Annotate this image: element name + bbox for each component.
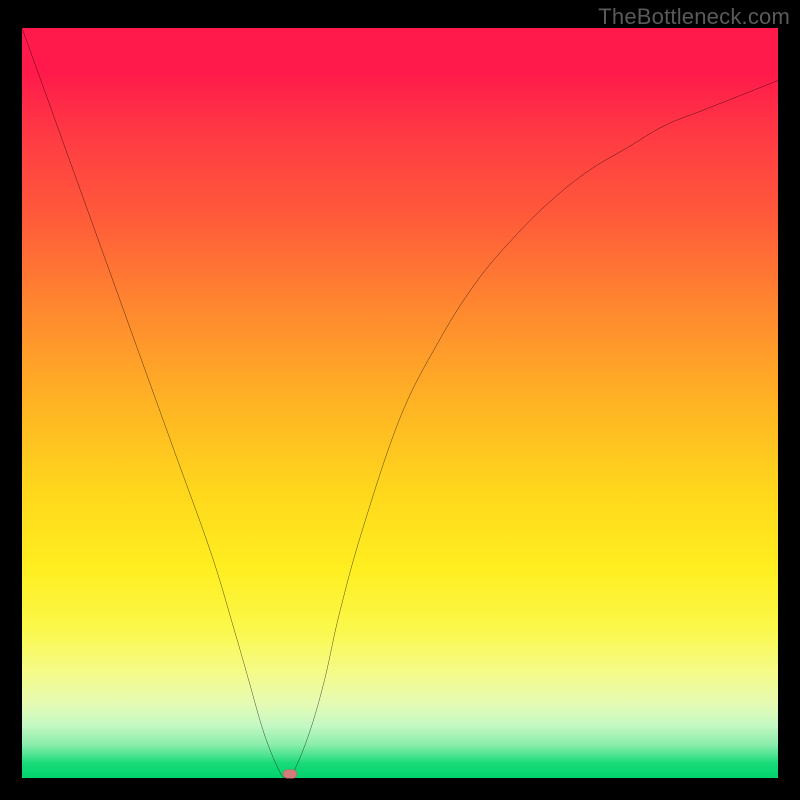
- min-marker-icon: [283, 769, 297, 778]
- bottleneck-curve: [22, 28, 778, 778]
- plot-area: [22, 28, 778, 778]
- chart-frame: TheBottleneck.com: [0, 0, 800, 800]
- watermark-label: TheBottleneck.com: [598, 4, 790, 30]
- curve-path: [22, 28, 778, 778]
